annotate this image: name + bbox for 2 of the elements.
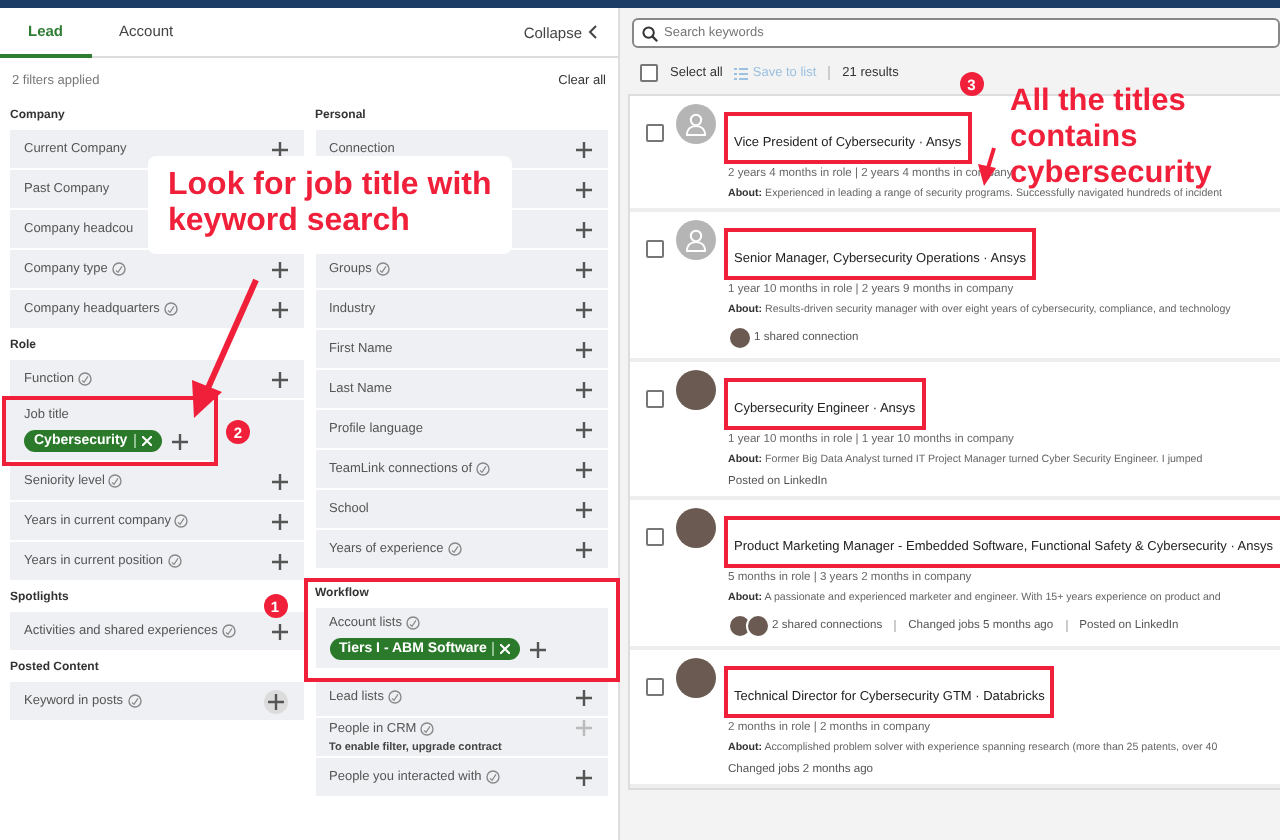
callout-tooltip: Look for job title with keyword search (148, 156, 512, 254)
callout-text: All the titles contains cybersecurity (1010, 84, 1212, 190)
